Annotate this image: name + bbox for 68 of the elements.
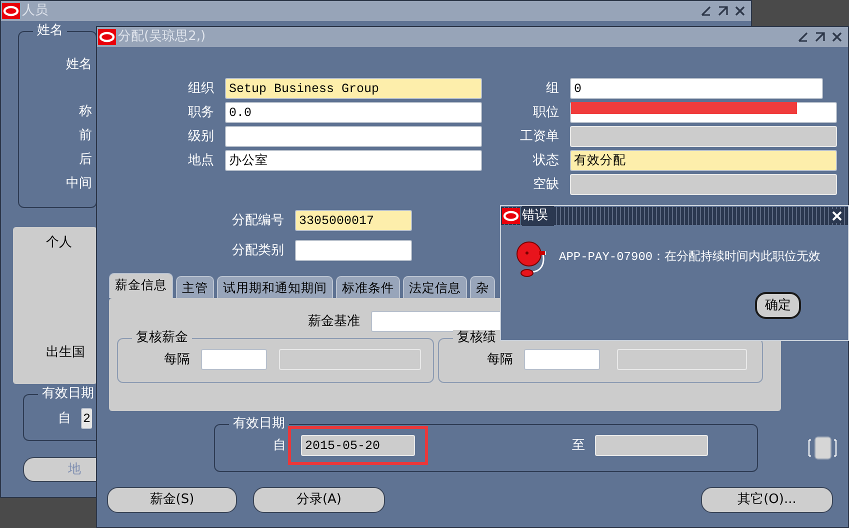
input-field[interactable]: 有效分配 [570, 150, 837, 171]
input-field[interactable]: 0.0 [225, 102, 482, 123]
field-label: 工资单 [519, 128, 559, 146]
group-title: 姓名 [33, 23, 67, 39]
tab[interactable]: 主管 [176, 276, 214, 298]
action-button[interactable]: 其它(O)... [701, 487, 833, 513]
group-title: 有效日期 [38, 386, 98, 402]
input-field[interactable]: 3305000017 [295, 210, 412, 231]
date-field[interactable] [595, 435, 708, 456]
oracle-logo [98, 29, 116, 45]
action-button[interactable]: 分录(A) [253, 487, 385, 513]
field-label: 至 [571, 436, 585, 455]
field-label: 出生国 [46, 344, 86, 362]
input-field[interactable] [524, 349, 600, 370]
oracle-logo [502, 208, 520, 224]
input-field[interactable] [225, 126, 482, 147]
section-title: 个人 [46, 234, 73, 252]
input-field[interactable]: Setup Business Group [225, 78, 482, 99]
field-label: 每隔 [486, 350, 513, 369]
ok-button[interactable]: 确定 [755, 292, 801, 319]
checkbox-icon[interactable] [808, 436, 837, 460]
tab[interactable]: 薪金信息 [109, 273, 173, 298]
field-label: 分配类别 [231, 242, 284, 260]
minimize-icon[interactable] [699, 4, 713, 18]
field-label: 职位 [532, 104, 559, 122]
date-field[interactable]: 2 [81, 408, 92, 429]
group-title: 有效日期 [229, 416, 289, 432]
tab[interactable]: 试用期和通知期间 [217, 276, 333, 298]
error-message: APP-PAY-07900：在分配持续时间内此职位无效 [559, 249, 821, 266]
field-label: 组织 [187, 80, 214, 98]
maximize-icon[interactable] [716, 4, 730, 18]
maximize-icon[interactable] [813, 30, 827, 44]
field-label: 薪金基准 [307, 312, 360, 331]
date-field[interactable]: 2015-05-20 [301, 435, 415, 456]
alarm-bell-icon [515, 240, 549, 278]
field-label: 中间 [66, 175, 92, 193]
field-label: 自 [57, 410, 71, 428]
minimize-icon[interactable] [796, 30, 810, 44]
field-label: 组 [545, 80, 559, 98]
action-button[interactable]: 薪金(S) [107, 487, 237, 513]
field-label: 分配编号 [231, 212, 284, 230]
input-field[interactable] [201, 349, 267, 370]
close-icon[interactable] [733, 4, 747, 18]
field-label: 前 [79, 127, 92, 145]
input-field[interactable]: 办公室 [225, 150, 482, 171]
field-label: 地点 [187, 152, 214, 170]
group-title: 复核薪金 [132, 330, 192, 346]
input-field[interactable] [295, 240, 412, 261]
field-label: 每隔 [163, 350, 190, 369]
tab[interactable]: 杂 [470, 276, 495, 298]
group-title: 复核绩 [453, 330, 500, 346]
tab[interactable]: 法定信息 [403, 276, 467, 298]
window-title: 分配(吴琼思2,) [118, 28, 206, 46]
field-label: 职务 [187, 104, 214, 122]
field-label: 空缺 [532, 176, 559, 194]
field-label: 级别 [187, 128, 214, 146]
field-label: 自 [273, 436, 286, 455]
close-icon[interactable] [830, 209, 844, 223]
field-label: 状态 [532, 152, 559, 170]
oracle-logo [2, 3, 20, 19]
field-label: 称 [79, 103, 92, 121]
close-icon[interactable] [830, 30, 844, 44]
tab[interactable]: 标准条件 [336, 276, 400, 298]
window-title: 人员 [22, 2, 48, 20]
field-label: 姓名 [66, 56, 92, 74]
field-label: 后 [79, 151, 92, 169]
input-field[interactable]: 0 [570, 78, 823, 99]
window-title: 错误 [522, 206, 554, 226]
